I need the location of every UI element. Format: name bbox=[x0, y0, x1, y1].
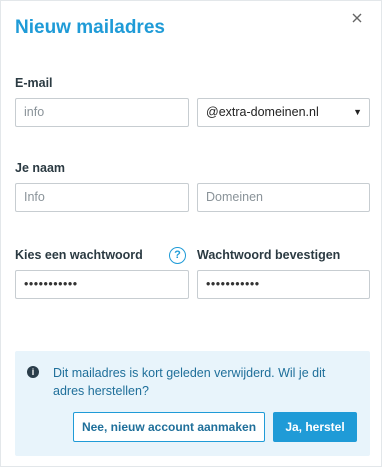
create-new-account-button[interactable]: Nee, nieuw account aanmaken bbox=[73, 412, 265, 442]
domain-select-value: @extra-domeinen.nl bbox=[206, 105, 319, 119]
last-name-input[interactable]: Domeinen bbox=[197, 183, 370, 212]
domain-select[interactable]: @extra-domeinen.nl ▼ bbox=[197, 98, 370, 127]
email-label: E-mail bbox=[15, 76, 53, 90]
confirm-password-label: Wachtwoord bevestigen bbox=[197, 248, 341, 262]
restore-button[interactable]: Ja, herstel bbox=[273, 412, 357, 442]
first-name-input[interactable]: Info bbox=[15, 183, 189, 212]
dialog-title: Nieuw mailadres bbox=[15, 17, 165, 38]
close-icon[interactable] bbox=[349, 10, 365, 26]
name-label: Je naam bbox=[15, 161, 66, 175]
restore-notice: i Dit mailadres is kort geleden verwijde… bbox=[15, 351, 370, 456]
email-local-input[interactable]: info bbox=[15, 98, 189, 127]
password-input[interactable]: ••••••••••• bbox=[15, 270, 189, 299]
notice-message: Dit mailadres is kort geleden verwijderd… bbox=[53, 366, 326, 398]
new-mailbox-dialog: Nieuw mailadres E-mail info @extra-domei… bbox=[0, 0, 382, 467]
password-label: Kies een wachtwoord bbox=[15, 248, 143, 262]
caret-down-icon: ▼ bbox=[353, 107, 362, 117]
info-icon: i bbox=[27, 366, 39, 378]
question-icon[interactable]: ? bbox=[169, 247, 186, 264]
confirm-password-input[interactable]: ••••••••••• bbox=[197, 270, 370, 299]
